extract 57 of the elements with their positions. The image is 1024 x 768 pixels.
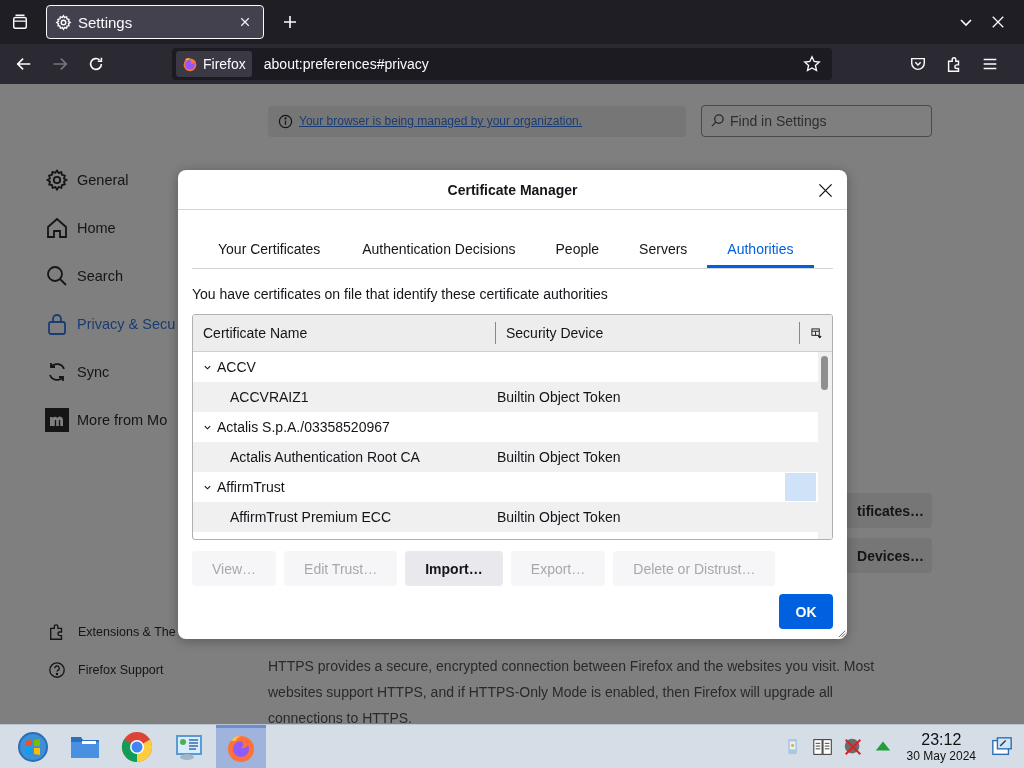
- info-icon: [278, 113, 293, 129]
- tab[interactable]: Your Certificates: [198, 229, 341, 268]
- tree-cell: Builtin Object Token: [497, 449, 621, 465]
- url-text: about:preferences#privacy: [263, 56, 429, 72]
- tree-cell-text: AffirmTrust Premium ECC: [230, 509, 392, 525]
- scrollbar[interactable]: [818, 352, 832, 539]
- search-icon: [45, 264, 69, 288]
- ok-button[interactable]: OK: [779, 594, 833, 629]
- sidebar-item[interactable]: General: [45, 156, 268, 204]
- search-field[interactable]: Find in Settings: [701, 105, 932, 137]
- letter-m-icon: [45, 408, 69, 432]
- tree-cell: Builtin Object Token: [497, 509, 621, 525]
- tree-row[interactable]: Actalis Authentication Root CA Builtin Object Token: [193, 442, 818, 472]
- tab[interactable]: Servers: [619, 229, 708, 268]
- identity-button[interactable]: Firefox: [176, 51, 252, 77]
- dialog-button[interactable]: Import…: [405, 551, 503, 586]
- tree-cell: Builtin Object Token: [497, 389, 621, 405]
- firefox-logo-icon: [182, 56, 198, 72]
- close-icon[interactable]: [817, 182, 833, 198]
- star-icon[interactable]: [802, 54, 822, 74]
- chrome-icon: [121, 730, 153, 763]
- tree-cell: Actalis S.p.A./03358520967: [217, 419, 390, 435]
- highlight-square: [785, 473, 816, 501]
- dialog-title: Certificate Manager: [447, 181, 578, 198]
- description-text: You have certificates on file that identify these certificate authorities: [192, 286, 609, 302]
- resize-grip-icon: [836, 628, 846, 638]
- browser-tab[interactable]: Settings: [46, 5, 264, 39]
- tab-title: Settings: [78, 13, 134, 31]
- settings-icon: [55, 13, 72, 31]
- tree-cell: AffirmTrust: [217, 479, 285, 495]
- windows-orb-icon: [17, 730, 49, 763]
- sidebar-link[interactable]: Extensions & The: [45, 613, 268, 651]
- tree-cell-text: Actalis Authentication Root CA: [230, 449, 421, 465]
- tree-cell-text: ACCVRAIZ1: [230, 389, 310, 405]
- tab[interactable]: Authorities: [707, 229, 814, 268]
- column-header[interactable]: Certificate Name: [193, 322, 496, 344]
- search-icon: [710, 113, 725, 128]
- address-bar[interactable]: Firefox about:preferences#privacy: [172, 48, 832, 80]
- tree-row[interactable]: ACCVRAIZ1 Builtin Object Token: [193, 382, 818, 412]
- clock-time[interactable]: 23:12: [921, 731, 962, 748]
- scrollbar-thumb[interactable]: [821, 356, 828, 390]
- tab[interactable]: People: [535, 229, 620, 268]
- tree-row[interactable]: Actalis S.p.A./03358520967: [193, 412, 818, 442]
- tree-row[interactable]: AffirmTrust Premium ECC Builtin Object Token: [193, 502, 818, 532]
- tree-row[interactable]: ACCV: [193, 352, 818, 382]
- settings-icon: [45, 168, 69, 192]
- description-text: HTTPS provides a secure, encrypted connection between Firefox and the websites you visit. Most websites support HTTPS, and if HTTPS-Only Mode is enabled, then Firefox will upgrade all connections to HTTPS.: [268, 657, 876, 724]
- clock-date[interactable]: 30 May 2024: [906, 749, 976, 762]
- column-header[interactable]: Security Device: [496, 322, 800, 344]
- tree-cell: ACCV: [217, 359, 256, 375]
- home-icon: [45, 216, 69, 240]
- help-icon: [48, 661, 66, 679]
- lock-icon: [45, 312, 69, 336]
- identity-label: Firefox: [203, 56, 246, 72]
- tree-row[interactable]: AffirmTrust: [193, 472, 818, 502]
- sidebar-link[interactable]: Firefox Support: [45, 651, 268, 689]
- tab[interactable]: Authentication Decisions: [340, 229, 536, 268]
